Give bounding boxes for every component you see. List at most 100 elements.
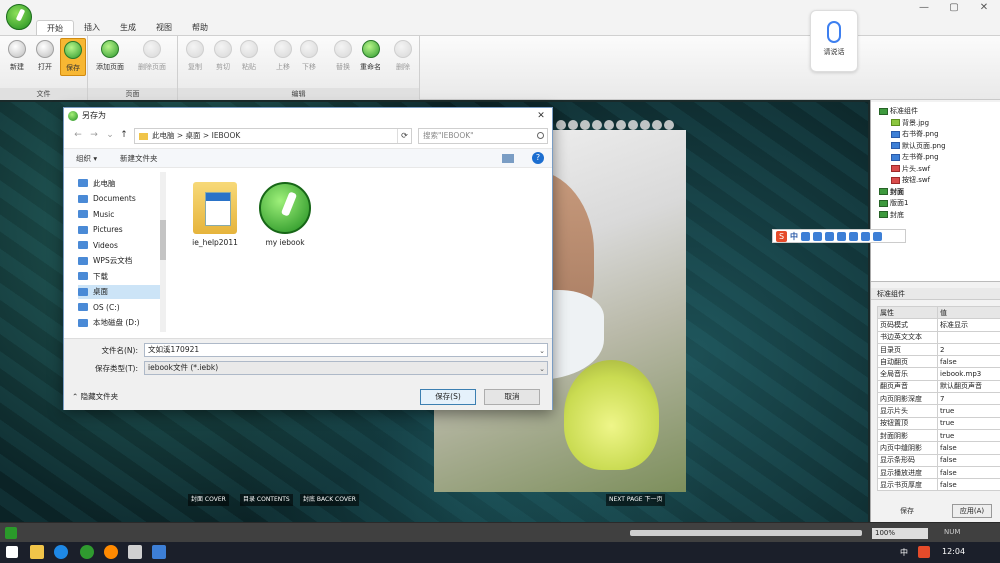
- property-row[interactable]: 显示书页厚度 false: [877, 478, 1000, 492]
- nav-item[interactable]: Pictures: [78, 223, 160, 237]
- move-up-button[interactable]: 上移: [274, 40, 292, 72]
- save-button[interactable]: 保存: [60, 38, 86, 76]
- browser-icon[interactable]: [104, 545, 118, 559]
- property-row[interactable]: 内页阴影深度 7: [877, 392, 1000, 406]
- tree-item[interactable]: 背景.jpg: [891, 118, 929, 128]
- property-row[interactable]: 按钮置顶 true: [877, 416, 1000, 430]
- new-button[interactable]: 新建: [8, 40, 26, 72]
- explorer-icon[interactable]: [30, 545, 44, 559]
- toolbar-icon[interactable]: [604, 120, 614, 130]
- ime-mode-label[interactable]: 中: [790, 231, 798, 242]
- property-row[interactable]: 显示条形码 false: [877, 453, 1000, 467]
- close-icon[interactable]: ✕: [970, 2, 998, 13]
- keyboard-icon[interactable]: [837, 231, 846, 241]
- property-row[interactable]: 显示片头 true: [877, 404, 1000, 418]
- property-value[interactable]: 默认翻页声音: [937, 379, 1000, 394]
- property-row[interactable]: 显示播放进度 false: [877, 465, 1000, 480]
- delete-page-button[interactable]: 删除页面: [138, 40, 166, 72]
- emoji-icon[interactable]: [813, 231, 822, 241]
- clock[interactable]: 12:04: [942, 547, 965, 556]
- filetype-select[interactable]: iebook文件 (*.iebk) ⌄: [144, 361, 548, 375]
- open-button[interactable]: 打开: [36, 40, 54, 72]
- chevron-down-icon[interactable]: ⌄: [539, 345, 545, 357]
- property-row[interactable]: 目录页 2: [877, 342, 1000, 357]
- nav-item[interactable]: WPS云文档: [78, 254, 160, 268]
- nav-item[interactable]: 本地磁盘 (D:): [78, 316, 160, 330]
- app-logo-icon[interactable]: [6, 4, 32, 30]
- nav-scroll-thumb[interactable]: [160, 220, 166, 260]
- nav-next-page[interactable]: NEXT PAGE 下一页: [606, 494, 666, 506]
- nav-scrollbar[interactable]: [160, 172, 166, 332]
- tab-help[interactable]: 帮助: [182, 20, 218, 35]
- tree-item[interactable]: 左书脊.png: [891, 152, 939, 162]
- refresh-icon[interactable]: ⟳: [397, 129, 411, 143]
- delete-button[interactable]: 删除: [394, 40, 412, 72]
- window-icon[interactable]: [152, 545, 166, 559]
- nav-contents[interactable]: 目录 CONTENTS: [240, 494, 293, 506]
- punctuation-icon[interactable]: [801, 231, 810, 241]
- tab-insert[interactable]: 插入: [74, 20, 110, 35]
- apply-button[interactable]: 应用(A): [952, 504, 992, 518]
- property-row[interactable]: 全局音乐 iebook.mp3: [877, 367, 1000, 381]
- tree-item[interactable]: 右书脊.png: [891, 129, 939, 139]
- search-input[interactable]: 搜索"IEBOOK": [418, 128, 548, 144]
- panel-save-label[interactable]: 保存: [870, 504, 940, 518]
- toolbar-icon[interactable]: [652, 120, 662, 130]
- nav-item[interactable]: 此电脑: [78, 176, 160, 190]
- tree-item[interactable]: 版面1: [879, 198, 908, 208]
- sogou-icon[interactable]: S: [776, 230, 787, 242]
- forward-arrow-icon[interactable]: →: [88, 130, 100, 140]
- app-icon[interactable]: [128, 545, 142, 559]
- toolbar-icon[interactable]: [568, 120, 578, 130]
- user-icon[interactable]: [849, 231, 858, 241]
- paste-button[interactable]: 粘贴: [240, 40, 258, 72]
- property-value[interactable]: [937, 330, 1000, 344]
- toolbar-icon[interactable]: [616, 120, 626, 130]
- property-row[interactable]: 翻页声音 默认翻页声音: [877, 379, 1000, 394]
- voice-icon[interactable]: [825, 231, 834, 241]
- property-value[interactable]: true: [937, 416, 1000, 430]
- ime-indicator[interactable]: 中: [900, 547, 908, 558]
- property-value[interactable]: false: [937, 465, 1000, 480]
- address-bar[interactable]: 此电脑 > 桌面 > IEBOOK ⟳: [134, 128, 412, 144]
- property-row[interactable]: 页码模式 标准显示: [877, 318, 1000, 332]
- back-arrow-icon[interactable]: ←: [72, 130, 84, 140]
- zoom-level[interactable]: 100%: [872, 528, 928, 539]
- start-icon[interactable]: [6, 546, 18, 558]
- nav-item[interactable]: Music: [78, 207, 160, 221]
- view-options-icon[interactable]: [502, 154, 514, 163]
- replace-button[interactable]: 替换: [334, 40, 352, 72]
- toolbar-icon[interactable]: [592, 120, 602, 130]
- new-folder-button[interactable]: 新建文件夹: [120, 153, 158, 164]
- tree-item[interactable]: 片头.swf: [891, 164, 930, 174]
- chevron-down-icon[interactable]: ⌄: [539, 363, 545, 375]
- filename-input[interactable]: 文如溪170921 ⌄: [144, 343, 548, 357]
- nav-back-cover[interactable]: 封底 BACK COVER: [300, 494, 359, 506]
- hide-folders-toggle[interactable]: ⌃ 隐藏文件夹: [72, 391, 118, 402]
- move-down-button[interactable]: 下移: [300, 40, 318, 72]
- organize-button[interactable]: 组织 ▾: [76, 153, 97, 164]
- nav-item[interactable]: Documents: [78, 192, 160, 206]
- maximize-icon[interactable]: ▢: [940, 2, 968, 13]
- dialog-save-button[interactable]: 保存(S): [420, 389, 476, 405]
- property-row[interactable]: 自动翻页 false: [877, 355, 1000, 369]
- tools-icon[interactable]: [873, 231, 882, 241]
- dialog-close-icon[interactable]: ✕: [534, 109, 548, 123]
- tree-item[interactable]: 默认页面.png: [891, 141, 946, 151]
- property-value[interactable]: false: [937, 453, 1000, 467]
- voice-input-widget[interactable]: 请说话: [810, 10, 858, 72]
- nav-item[interactable]: OS (C:): [78, 300, 160, 314]
- cut-button[interactable]: 剪切: [214, 40, 232, 72]
- property-value[interactable]: true: [937, 404, 1000, 418]
- nav-cover[interactable]: 封面 COVER: [188, 494, 229, 506]
- toolbar-icon[interactable]: [640, 120, 650, 130]
- nav-item[interactable]: 下载: [78, 269, 160, 283]
- toolbar-icon[interactable]: [628, 120, 638, 130]
- property-value[interactable]: 2: [937, 342, 1000, 357]
- add-page-button[interactable]: 添加页面: [96, 40, 124, 72]
- file-item-folder[interactable]: ie_help2011: [180, 182, 250, 247]
- tab-start[interactable]: 开始: [36, 20, 74, 35]
- nav-item[interactable]: Videos: [78, 238, 160, 252]
- dialog-cancel-button[interactable]: 取消: [484, 389, 540, 405]
- minimize-icon[interactable]: —: [910, 2, 938, 13]
